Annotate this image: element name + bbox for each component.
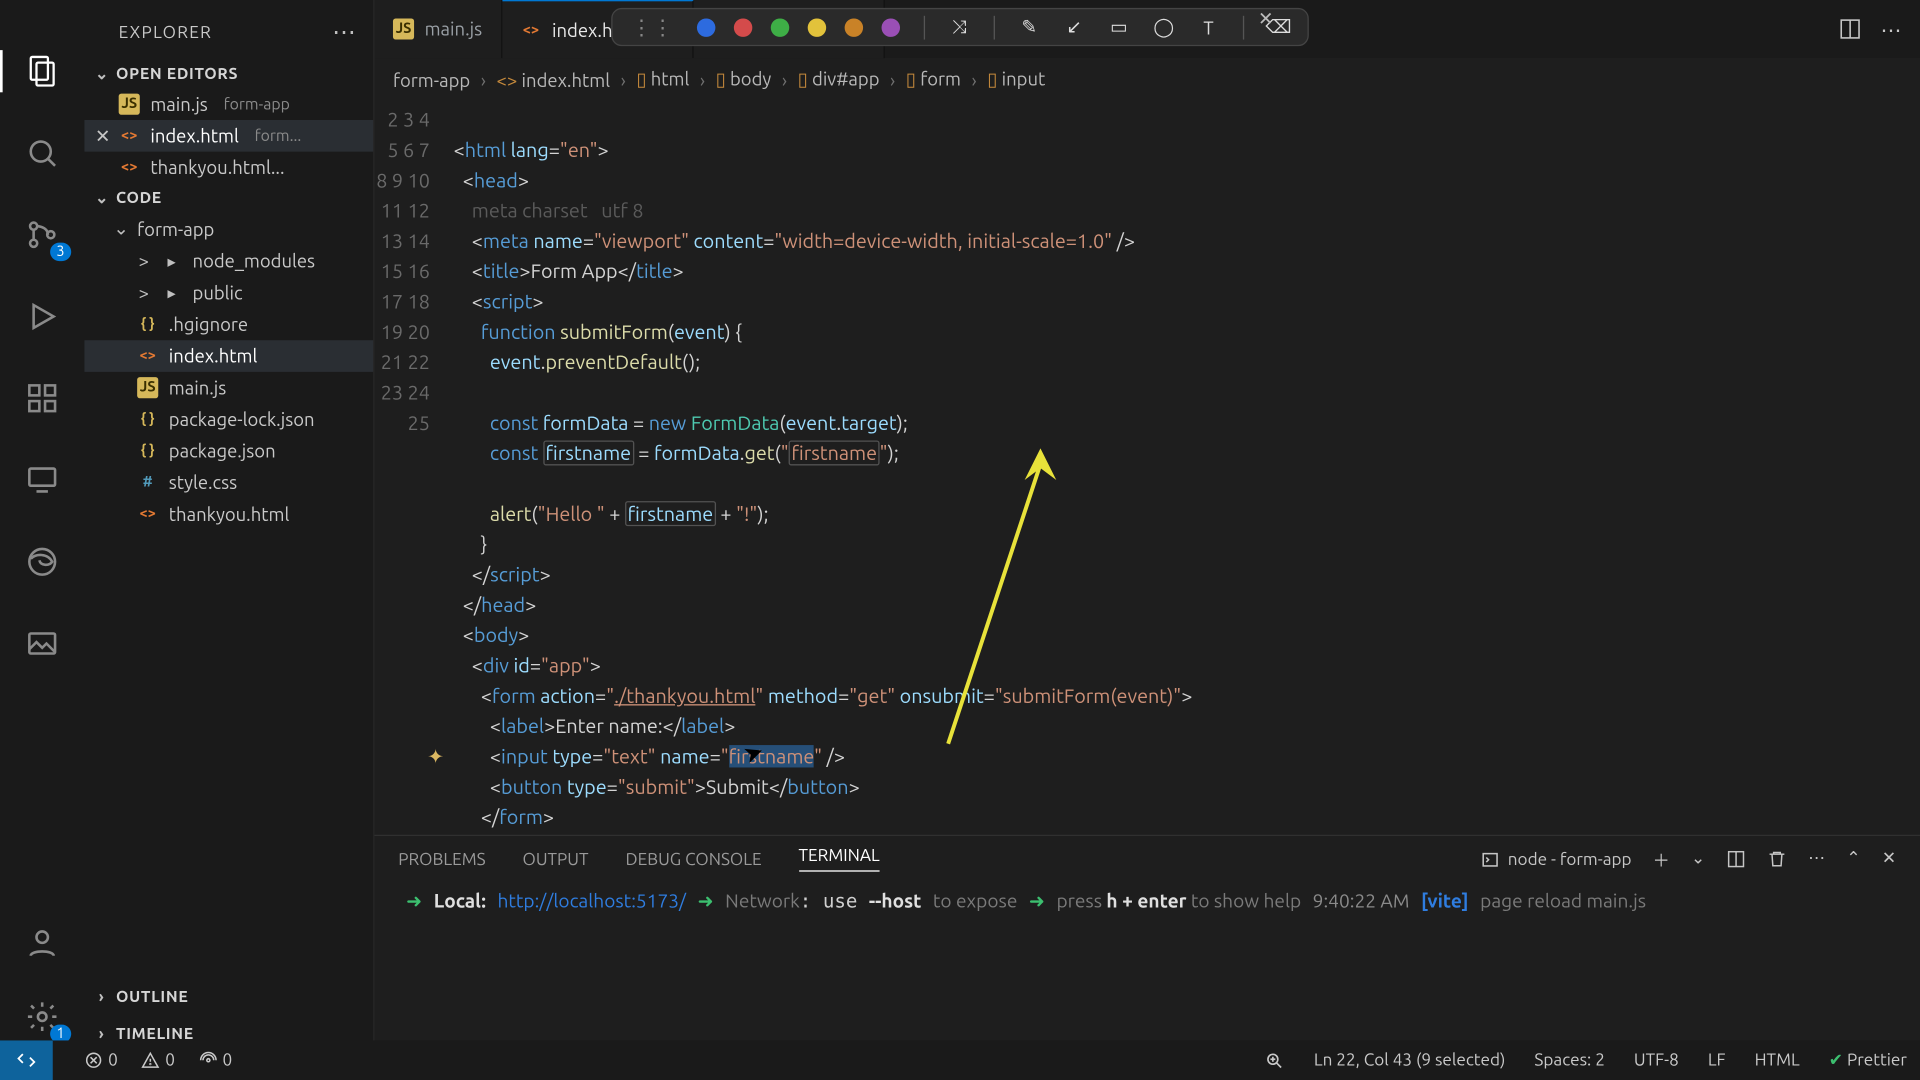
circle-tool-icon[interactable]: ◯	[1153, 16, 1174, 37]
prettier-status[interactable]: ✔ Prettier	[1829, 1050, 1907, 1070]
scm-badge: 3	[50, 243, 71, 261]
close-editor-icon[interactable]: ✕	[95, 125, 110, 147]
open-editor-item[interactable]: ✕<>index.htmlform...	[84, 120, 373, 152]
breadcrumb-item[interactable]: ▯ form	[906, 69, 961, 91]
outline-section[interactable]: ›OUTLINE	[84, 984, 373, 1012]
terminal-output[interactable]: ➜ Local: http://localhost:5173/ ➜ Networ…	[375, 882, 1920, 1040]
code-editor[interactable]: 2 3 4 5 6 7 8 9 10 11 12 13 14 15 16 17 …	[375, 104, 1920, 835]
folder-form-app[interactable]: ⌄form-app	[84, 212, 373, 245]
code-content[interactable]: <html lang="en"> <head> meta charset utf…	[454, 104, 1920, 835]
activity-bar: 3 1	[0, 0, 84, 1080]
color-dots[interactable]	[697, 18, 900, 36]
rect-tool-icon[interactable]: ▭	[1108, 16, 1129, 37]
ports-status[interactable]: 0	[199, 1051, 232, 1069]
breadcrumb-item[interactable]: ▯ html	[636, 69, 689, 91]
cursor-status[interactable]: Ln 22, Col 43 (9 selected)	[1314, 1051, 1506, 1069]
errors-status[interactable]: 0	[84, 1051, 117, 1069]
image-activity-icon[interactable]	[13, 615, 71, 673]
open-editor-item[interactable]: <>thankyou.html...	[84, 152, 373, 184]
debug-console-tab[interactable]: DEBUG CONSOLE	[625, 850, 761, 868]
explorer-activity-icon[interactable]	[13, 42, 71, 100]
output-tab[interactable]: OUTPUT	[523, 850, 589, 868]
zoom-status-icon[interactable]	[1265, 1050, 1285, 1070]
color-dot[interactable]	[697, 18, 715, 36]
remote-status-icon[interactable]	[0, 1040, 53, 1080]
trash-terminal-icon[interactable]	[1767, 849, 1787, 869]
file-tree-item[interactable]: >▸node_modules	[84, 245, 373, 277]
breadcrumb-item[interactable]: ▯ div#app	[798, 69, 880, 91]
terminal-shell-label[interactable]: node - form-app	[1481, 850, 1631, 868]
open-editors-section[interactable]: ⌄OPEN EDITORS	[84, 59, 373, 88]
editor-area: JSmain.js<>index.html✕<>thankyou.html ⋯ …	[375, 0, 1920, 1040]
file-tree-item[interactable]: <>thankyou.html	[84, 498, 373, 530]
breadcrumb-item[interactable]: ▯ body	[716, 69, 772, 91]
file-tree-item[interactable]: >▸public	[84, 277, 373, 309]
eol-status[interactable]: LF	[1708, 1051, 1726, 1069]
file-tree-item[interactable]: { }package.json	[84, 435, 373, 467]
color-dot[interactable]	[845, 18, 863, 36]
encoding-status[interactable]: UTF-8	[1634, 1051, 1679, 1069]
shuffle-icon[interactable]: ⤨	[949, 16, 970, 37]
pencil-icon[interactable]: ✎	[1019, 16, 1040, 37]
problems-tab[interactable]: PROBLEMS	[398, 850, 485, 868]
explorer-title: EXPLORER	[119, 23, 213, 41]
breadcrumbs[interactable]: form-app›<> index.html›▯ html›▯ body›▯ d…	[375, 58, 1920, 104]
open-editor-item[interactable]: JSmain.jsform-app	[84, 88, 373, 120]
file-tree-item[interactable]: <>index.html	[84, 340, 373, 372]
status-bar: 0 0 0 Ln 22, Col 43 (9 selected) Spaces:…	[0, 1040, 1920, 1080]
file-tree-item[interactable]: #style.css	[84, 467, 373, 499]
terminal-tab[interactable]: TERMINAL	[799, 847, 880, 872]
tab-more-icon[interactable]: ⋯	[1880, 16, 1901, 41]
language-status[interactable]: HTML	[1755, 1051, 1800, 1069]
split-editor-icon[interactable]	[1838, 16, 1862, 41]
color-dot[interactable]	[734, 18, 752, 36]
color-dot[interactable]	[808, 18, 826, 36]
breadcrumb-item[interactable]: <> index.html	[496, 69, 610, 90]
explorer-sidebar: EXPLORER ⋯ ⌄OPEN EDITORS JSmain.jsform-a…	[84, 0, 374, 1080]
file-tree-item[interactable]: { }package-lock.json	[84, 404, 373, 436]
spaces-status[interactable]: Spaces: 2	[1534, 1051, 1604, 1069]
settings-activity-icon[interactable]: 1	[13, 988, 71, 1046]
new-terminal-icon[interactable]: ＋	[1653, 847, 1670, 872]
grip-icon: ⋮⋮	[631, 15, 673, 40]
bottom-panel: PROBLEMS OUTPUT DEBUG CONSOLE TERMINAL n…	[375, 835, 1920, 1041]
terminal-dropdown-icon[interactable]: ⌄	[1691, 849, 1705, 869]
workspace-section[interactable]: ⌄CODE	[84, 183, 373, 212]
color-dot[interactable]	[882, 18, 900, 36]
panel-maximize-icon[interactable]: ⌃	[1846, 849, 1860, 869]
file-tree-item[interactable]: JSmain.js	[84, 372, 373, 404]
edge-activity-icon[interactable]	[13, 533, 71, 591]
panel-close-icon[interactable]: ✕	[1882, 849, 1896, 869]
line-gutter: 2 3 4 5 6 7 8 9 10 11 12 13 14 15 16 17 …	[375, 104, 454, 835]
extensions-activity-icon[interactable]	[13, 369, 71, 427]
arrow-tool-icon[interactable]: ↙	[1064, 16, 1085, 37]
warnings-status[interactable]: 0	[142, 1051, 175, 1069]
text-tool-icon[interactable]: T	[1198, 16, 1219, 37]
account-activity-icon[interactable]	[13, 914, 71, 972]
remote-activity-icon[interactable]	[13, 451, 71, 509]
split-terminal-icon[interactable]	[1726, 849, 1746, 869]
editor-tab[interactable]: JSmain.js	[375, 0, 502, 58]
breadcrumb-item[interactable]: ▯ input	[987, 69, 1045, 91]
panel-more-icon[interactable]: ⋯	[1808, 849, 1825, 869]
color-dot[interactable]	[771, 18, 789, 36]
scm-activity-icon[interactable]: 3	[13, 206, 71, 264]
floating-annotation-toolbar[interactable]: ⋮⋮ ⤨ ✎ ↙ ▭ ◯ T ⌫	[611, 8, 1309, 46]
file-tree-item[interactable]: { }.hgignore	[84, 309, 373, 341]
close-toolbar-icon[interactable]: ✕	[1258, 8, 1273, 30]
debug-activity-icon[interactable]	[13, 287, 71, 345]
sparkle-icon: ✦	[427, 741, 444, 771]
breadcrumb-item[interactable]: form-app	[393, 69, 470, 90]
explorer-more-icon[interactable]: ⋯	[332, 18, 357, 46]
search-activity-icon[interactable]	[13, 124, 71, 182]
